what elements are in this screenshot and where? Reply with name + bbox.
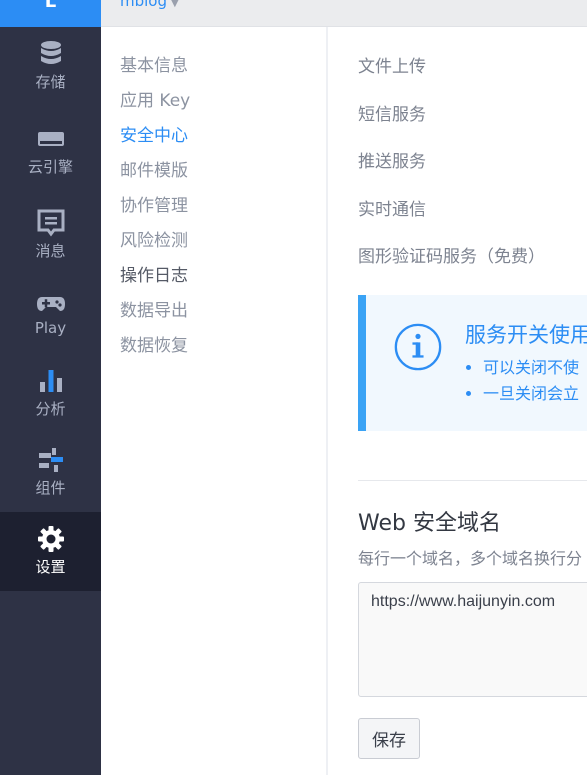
- top-bar: mblog ▼: [101, 0, 587, 27]
- nav-label: 消息: [35, 242, 66, 260]
- submenu-item-basic-info[interactable]: 基本信息: [120, 51, 188, 76]
- nav-item-settings[interactable]: 设置: [0, 512, 101, 591]
- submenu-item-risk-detection[interactable]: 风险检测: [120, 226, 188, 251]
- submenu-item-security[interactable]: 安全中心: [120, 121, 188, 146]
- notice-bullet: 一旦关闭会立: [483, 381, 579, 407]
- info-icon: [394, 323, 442, 371]
- web-domain-title: Web 安全域名: [358, 511, 501, 536]
- submenu-item-collaboration[interactable]: 协作管理: [120, 191, 188, 216]
- submenu-item-data-restore[interactable]: 数据恢复: [120, 331, 188, 356]
- bar-chart-icon: [39, 370, 62, 392]
- main-content: 文件上传 短信服务 推送服务 实时通信 图形验证码服务（免费） 服务开关使用 可…: [328, 27, 587, 775]
- service-file-upload: 文件上传: [358, 57, 426, 77]
- notice-bullet: 可以关闭不使: [483, 355, 579, 381]
- nav-label: 云引擎: [27, 158, 73, 176]
- nav-label: 设置: [35, 558, 66, 576]
- nav-label: 组件: [35, 479, 66, 497]
- submenu-item-operation-log[interactable]: 操作日志: [120, 261, 188, 286]
- notice-title: 服务开关使用: [465, 323, 587, 347]
- left-nav: L 存储 云引擎 消息 Play 分析 组件 设置: [0, 0, 101, 775]
- server-icon: [37, 132, 64, 146]
- notice-list: 可以关闭不使 一旦关闭会立: [465, 355, 579, 407]
- nav-item-analytics[interactable]: 分析: [0, 354, 101, 433]
- nav-item-storage[interactable]: 存储: [0, 27, 101, 106]
- service-push: 推送服务: [358, 152, 426, 172]
- submenu-item-app-key[interactable]: 应用 Key: [120, 86, 190, 111]
- service-sms: 短信服务: [358, 105, 426, 125]
- database-icon: [40, 41, 61, 64]
- submenu-item-email-templates[interactable]: 邮件模版: [120, 156, 188, 181]
- gear-icon: [37, 526, 64, 552]
- caret-down-icon: ▼: [171, 0, 179, 9]
- nav-label: Play: [34, 319, 67, 337]
- submenu-item-data-export[interactable]: 数据导出: [120, 296, 188, 321]
- gamepad-icon: [36, 297, 65, 311]
- nav-item-play[interactable]: Play: [0, 275, 101, 354]
- nav-label: 分析: [35, 400, 66, 418]
- save-button[interactable]: 保存: [358, 718, 420, 759]
- message-icon: [37, 209, 64, 237]
- service-captcha: 图形验证码服务（免费）: [358, 247, 545, 267]
- web-domain-description: 每行一个域名，多个域名换行分: [358, 549, 583, 568]
- app-logo[interactable]: L: [0, 0, 101, 27]
- settings-submenu: 基本信息 应用 Key 安全中心 邮件模版 协作管理 风险检测 操作日志 数据导…: [101, 27, 326, 775]
- web-domain-textarea[interactable]: https://www.haijunyin.com: [358, 582, 587, 697]
- nav-item-messages[interactable]: 消息: [0, 196, 101, 275]
- service-realtime: 实时通信: [358, 200, 426, 220]
- nav-label: 存储: [35, 73, 66, 91]
- app-switcher[interactable]: mblog ▼: [120, 0, 179, 10]
- nav-item-cloud-engine[interactable]: 云引擎: [0, 112, 101, 191]
- current-app-name: mblog: [120, 0, 167, 10]
- nav-item-components[interactable]: 组件: [0, 433, 101, 512]
- section-divider: [358, 480, 587, 481]
- components-icon: [38, 448, 63, 472]
- info-notice: 服务开关使用 可以关闭不使 一旦关闭会立: [358, 295, 587, 431]
